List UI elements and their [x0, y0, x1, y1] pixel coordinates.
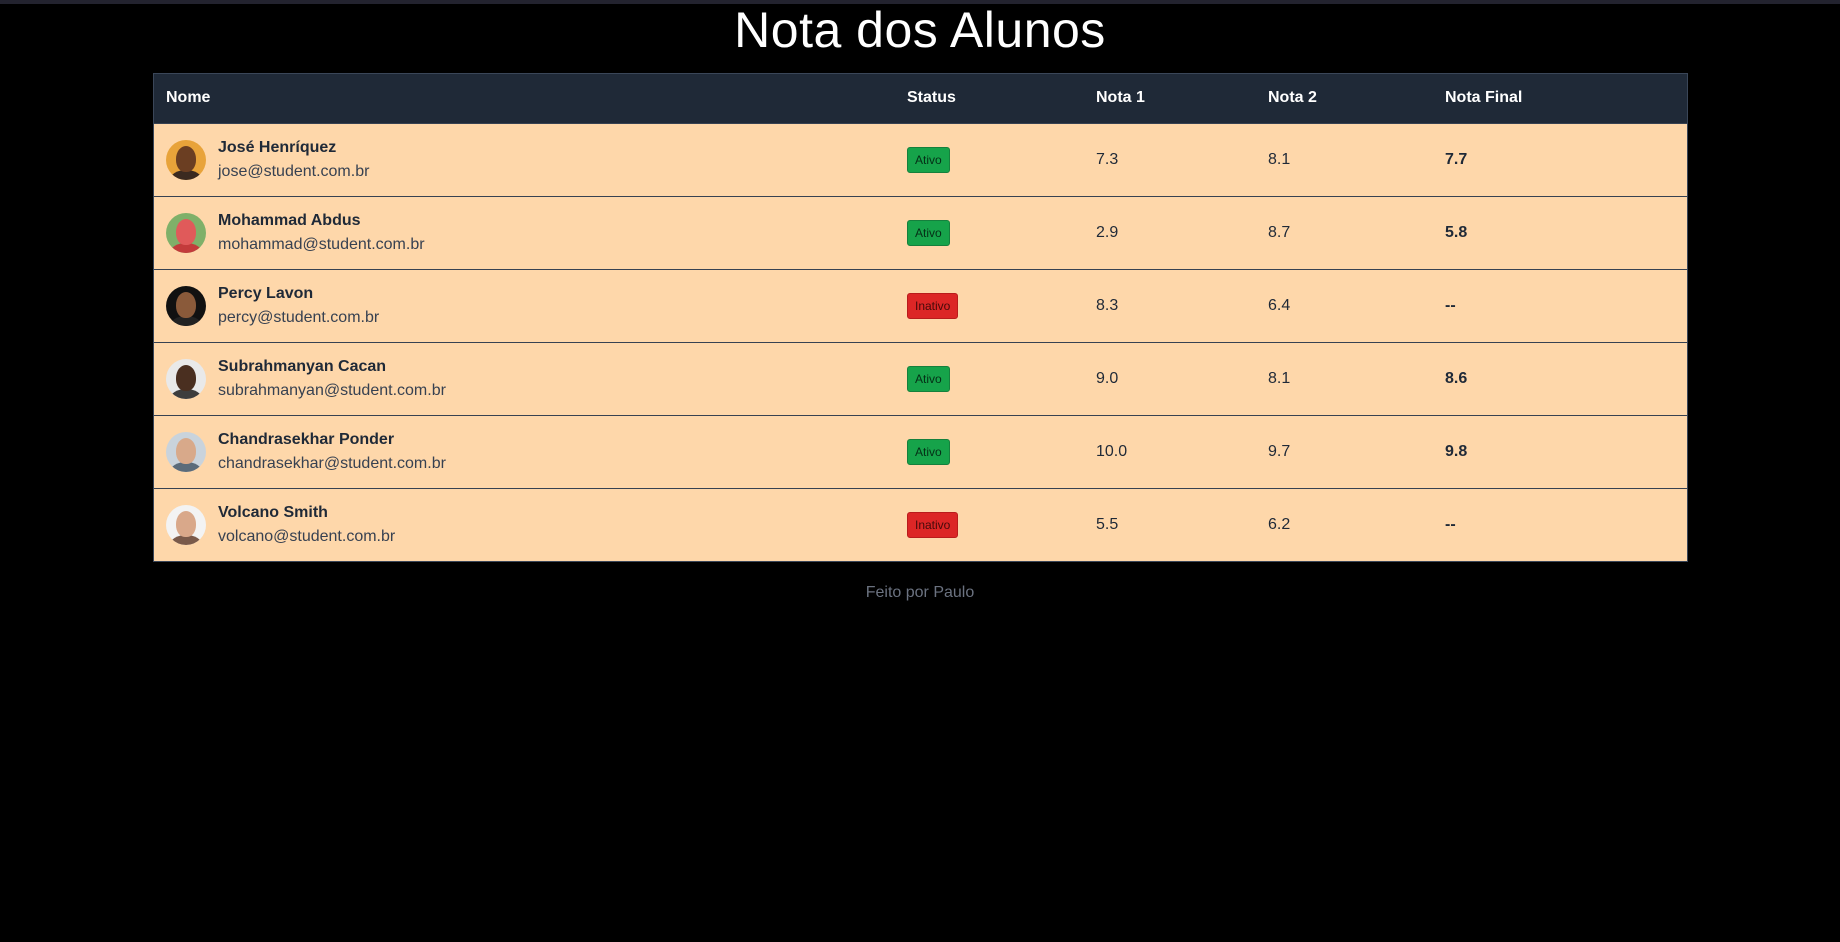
- cell-status: Inativo: [895, 269, 1084, 342]
- status-badge: Ativo: [907, 365, 950, 392]
- cell-nota-final: 9.8: [1445, 442, 1468, 460]
- table-header-row: Nome Status Nota 1 Nota 2 Nota Final: [154, 74, 1687, 123]
- table-header: Nome Status Nota 1 Nota 2 Nota Final: [154, 74, 1687, 123]
- header-nota1: Nota 1: [1096, 89, 1145, 107]
- student-info: José Henríquez jose@student.com.br: [166, 136, 895, 184]
- status-badge: Inativo: [907, 292, 959, 319]
- cell-nota1: 5.5: [1096, 515, 1119, 533]
- avatar: [166, 139, 206, 180]
- student-text: José Henríquez jose@student.com.br: [218, 136, 369, 184]
- cell-student: Mohammad Abdus mohammad@student.com.br: [154, 196, 895, 269]
- avatar: [166, 212, 206, 253]
- grades-table: Nome Status Nota 1 Nota 2 Nota Final Jos…: [154, 74, 1687, 561]
- student-email: mohammad@student.com.br: [218, 235, 425, 253]
- student-text: Percy Lavon percy@student.com.br: [218, 282, 379, 330]
- student-text: Subrahmanyan Cacan subrahmanyan@student.…: [218, 355, 446, 403]
- student-email: jose@student.com.br: [218, 162, 370, 180]
- avatar-face-shape: [176, 437, 196, 464]
- student-info: Percy Lavon percy@student.com.br: [166, 282, 895, 330]
- student-info: Volcano Smith volcano@student.com.br: [166, 501, 895, 549]
- table-body: José Henríquez jose@student.com.br Ativo…: [154, 123, 1687, 561]
- student-name: Subrahmanyan Cacan: [218, 357, 387, 375]
- avatar-face-shape: [176, 218, 196, 245]
- student-email: volcano@student.com.br: [218, 527, 396, 545]
- cell-nota2: 8.1: [1268, 369, 1291, 387]
- table-row: Mohammad Abdus mohammad@student.com.br A…: [154, 196, 1687, 269]
- avatar: [166, 504, 206, 545]
- student-info: Mohammad Abdus mohammad@student.com.br: [166, 209, 895, 257]
- cell-status: Inativo: [895, 488, 1084, 561]
- student-text: Chandrasekhar Ponder chandrasekhar@stude…: [218, 428, 446, 476]
- cell-nota1: 7.3: [1096, 150, 1119, 168]
- student-email: subrahmanyan@student.com.br: [218, 381, 446, 399]
- cell-student: Subrahmanyan Cacan subrahmanyan@student.…: [154, 342, 895, 415]
- student-text: Volcano Smith volcano@student.com.br: [218, 501, 395, 549]
- cell-nota-final: 7.7: [1445, 150, 1468, 168]
- cell-nota2: 9.7: [1268, 442, 1291, 460]
- avatar: [166, 285, 206, 326]
- status-badge: Inativo: [907, 511, 959, 538]
- cell-nota1: 10.0: [1096, 442, 1128, 460]
- student-info: Chandrasekhar Ponder chandrasekhar@stude…: [166, 428, 895, 476]
- avatar-face-shape: [176, 291, 196, 318]
- grades-table-container: Nome Status Nota 1 Nota 2 Nota Final Jos…: [153, 73, 1688, 562]
- header-nota-final: Nota Final: [1445, 89, 1523, 107]
- cell-status: Ativo: [895, 123, 1084, 196]
- student-email: chandrasekhar@student.com.br: [218, 454, 446, 472]
- status-badge: Ativo: [907, 219, 950, 246]
- header-nota2: Nota 2: [1268, 89, 1317, 107]
- cell-nota2: 8.7: [1268, 223, 1291, 241]
- avatar-face-shape: [176, 510, 196, 537]
- header-name: Nome: [166, 89, 211, 107]
- student-name: Chandrasekhar Ponder: [218, 430, 395, 448]
- avatar: [166, 358, 206, 399]
- table-row: Chandrasekhar Ponder chandrasekhar@stude…: [154, 415, 1687, 488]
- cell-nota1: 9.0: [1096, 369, 1119, 387]
- status-badge: Ativo: [907, 438, 950, 465]
- cell-nota2: 6.4: [1268, 296, 1291, 314]
- cell-nota1: 8.3: [1096, 296, 1119, 314]
- avatar-face-shape: [176, 364, 196, 391]
- cell-student: Chandrasekhar Ponder chandrasekhar@stude…: [154, 415, 895, 488]
- student-text: Mohammad Abdus mohammad@student.com.br: [218, 209, 425, 257]
- student-name: José Henríquez: [218, 138, 337, 156]
- cell-status: Ativo: [895, 415, 1084, 488]
- cell-nota-final: --: [1445, 296, 1456, 314]
- table-row: Volcano Smith volcano@student.com.br Ina…: [154, 488, 1687, 561]
- cell-nota-final: 5.8: [1445, 223, 1468, 241]
- page-title: Nota dos Alunos: [734, 2, 1106, 58]
- table-row: Percy Lavon percy@student.com.br Inativo…: [154, 269, 1687, 342]
- cell-student: Percy Lavon percy@student.com.br: [154, 269, 895, 342]
- status-badge: Ativo: [907, 146, 950, 173]
- table-row: José Henríquez jose@student.com.br Ativo…: [154, 123, 1687, 196]
- cell-nota2: 6.2: [1268, 515, 1291, 533]
- cell-nota1: 2.9: [1096, 223, 1119, 241]
- table-row: Subrahmanyan Cacan subrahmanyan@student.…: [154, 342, 1687, 415]
- cell-status: Ativo: [895, 342, 1084, 415]
- student-name: Mohammad Abdus: [218, 211, 361, 229]
- student-email: percy@student.com.br: [218, 308, 380, 326]
- header-status: Status: [907, 89, 956, 107]
- cell-student: Volcano Smith volcano@student.com.br: [154, 488, 895, 561]
- avatar-face-shape: [176, 145, 196, 172]
- cell-nota2: 8.1: [1268, 150, 1291, 168]
- footer-credit: Feito por Paulo: [865, 584, 975, 601]
- student-name: Percy Lavon: [218, 284, 314, 302]
- cell-status: Ativo: [895, 196, 1084, 269]
- cell-nota-final: 8.6: [1445, 369, 1468, 387]
- cell-student: José Henríquez jose@student.com.br: [154, 123, 895, 196]
- cell-nota-final: --: [1445, 515, 1456, 533]
- student-info: Subrahmanyan Cacan subrahmanyan@student.…: [166, 355, 895, 403]
- student-name: Volcano Smith: [218, 503, 328, 521]
- avatar: [166, 431, 206, 472]
